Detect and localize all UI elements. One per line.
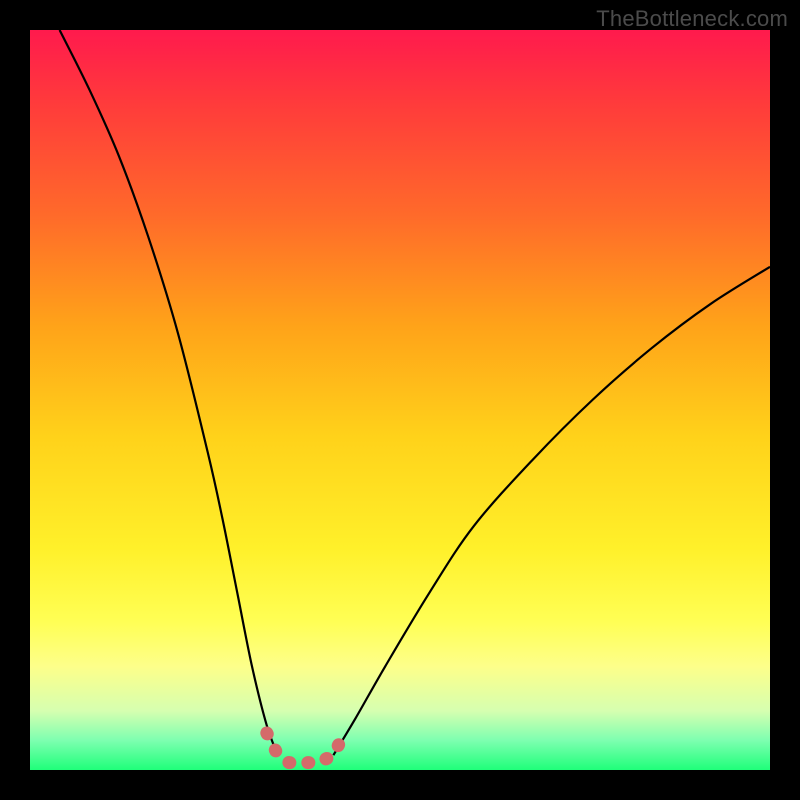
watermark-text: TheBottleneck.com [596,6,788,32]
right-curve [333,267,770,755]
plot-area [30,30,770,770]
valley-marker [267,733,345,763]
left-curve [60,30,278,755]
curve-layer [30,30,770,770]
chart-frame: TheBottleneck.com [0,0,800,800]
